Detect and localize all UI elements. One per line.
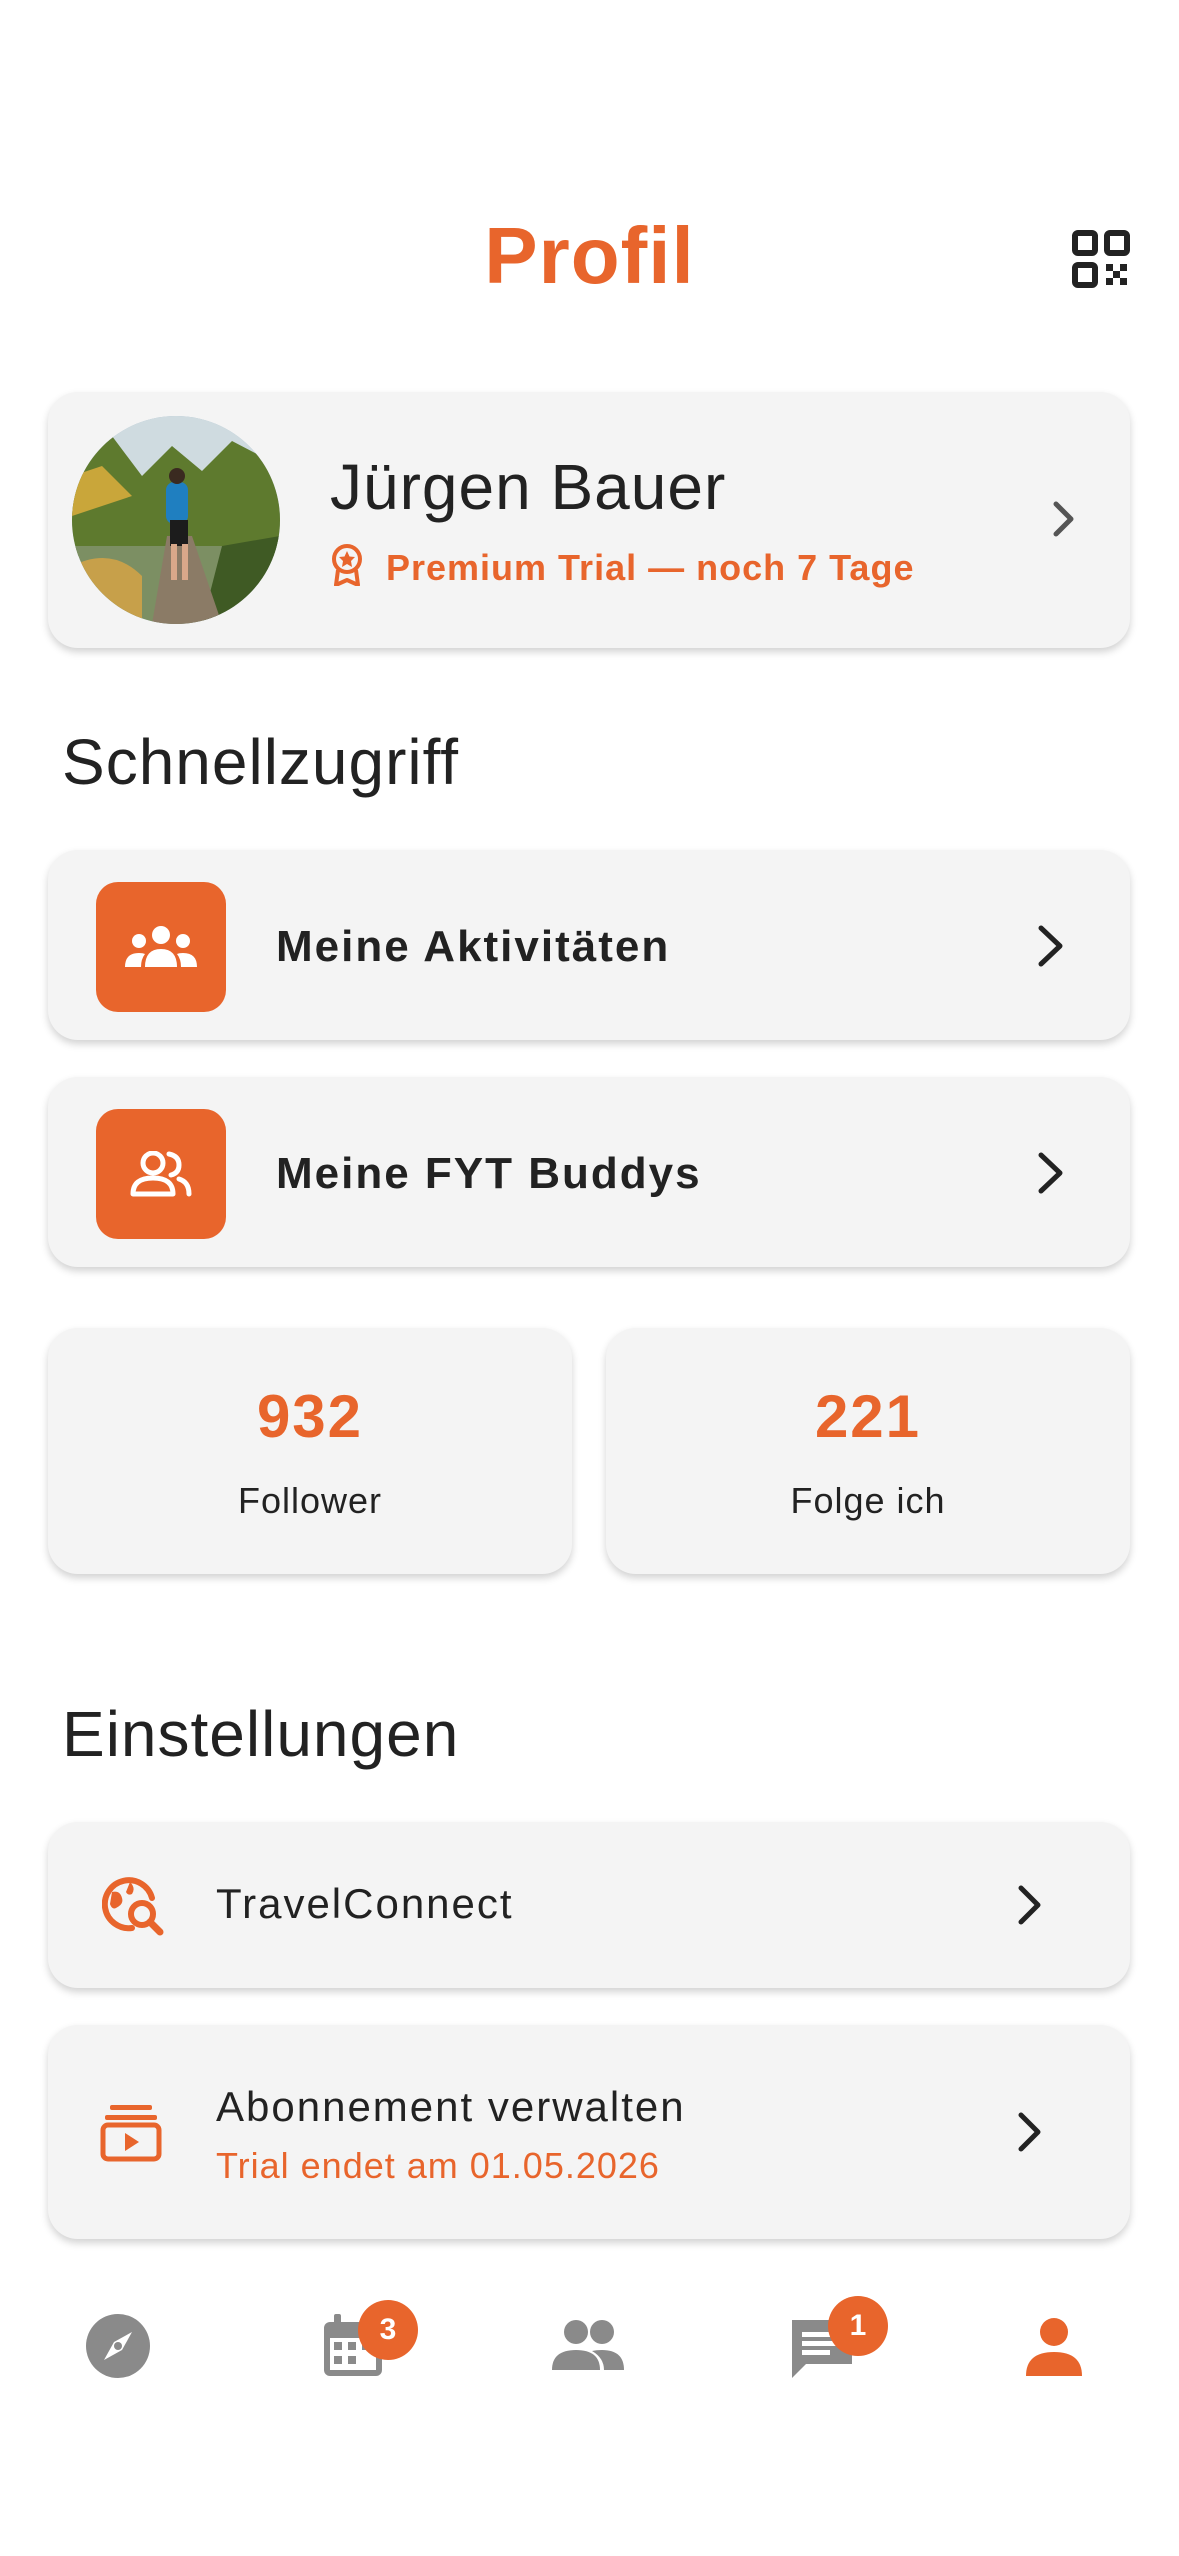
qr-code-icon[interactable]: [1072, 230, 1130, 288]
manage-subscription-label: Abonnement verwalten: [216, 2083, 686, 2130]
my-fyt-buddys-button[interactable]: Meine FYT Buddys: [48, 1077, 1130, 1267]
calendar-badge: 3: [358, 2300, 418, 2360]
quick-access-label: Meine FYT Buddys: [276, 1149, 702, 1198]
page-title: Profil: [484, 211, 695, 300]
chevron-right-icon: [1016, 1884, 1044, 1931]
quick-access-label: Meine Aktivitäten: [276, 922, 671, 971]
manage-subscription-button[interactable]: Abonnement verwalten Trial endet am 01.0…: [48, 2025, 1130, 2239]
followers-stat[interactable]: 932 Follower: [48, 1328, 572, 1574]
travel-explore-icon: [101, 1874, 164, 1941]
nav-explore-compass-icon[interactable]: [82, 2310, 154, 2382]
subscriptions-icon: [100, 2101, 162, 2168]
settings-title: Einstellungen: [62, 1698, 460, 1770]
following-count: 221: [814, 1383, 922, 1450]
people-icon: [96, 1109, 226, 1239]
profile-card[interactable]: Jürgen Bauer Premium Trial — noch 7 Tage: [48, 392, 1130, 648]
nav-people-icon[interactable]: [550, 2310, 626, 2382]
followers-label: Follower: [237, 1480, 383, 1521]
award-icon: [330, 544, 364, 591]
trial-text: Premium Trial — noch 7 Tage: [386, 546, 915, 588]
following-stat[interactable]: 221 Folge ich: [606, 1328, 1130, 1574]
followers-count: 932: [256, 1383, 364, 1450]
trial-end-text: Trial endet am 01.05.2026: [216, 2145, 660, 2186]
chat-badge: 1: [828, 2296, 888, 2356]
group-icon: [96, 882, 226, 1012]
nav-profile-person-icon[interactable]: [1018, 2310, 1090, 2382]
chevron-right-icon: [1052, 500, 1076, 543]
following-label: Folge ich: [790, 1480, 946, 1521]
quick-access-title: Schnellzugriff: [62, 726, 460, 798]
chevron-right-icon: [1016, 2111, 1044, 2158]
chevron-right-icon: [1036, 1151, 1066, 1200]
chevron-right-icon: [1036, 924, 1066, 973]
profile-name: Jürgen Bauer: [330, 451, 727, 523]
avatar: [72, 416, 280, 624]
travelconnect-label: TravelConnect: [216, 1880, 514, 1927]
travelconnect-button[interactable]: TravelConnect: [48, 1822, 1130, 1988]
my-activities-button[interactable]: Meine Aktivitäten: [48, 850, 1130, 1040]
premium-trial-status: Premium Trial — noch 7 Tage: [330, 544, 914, 591]
